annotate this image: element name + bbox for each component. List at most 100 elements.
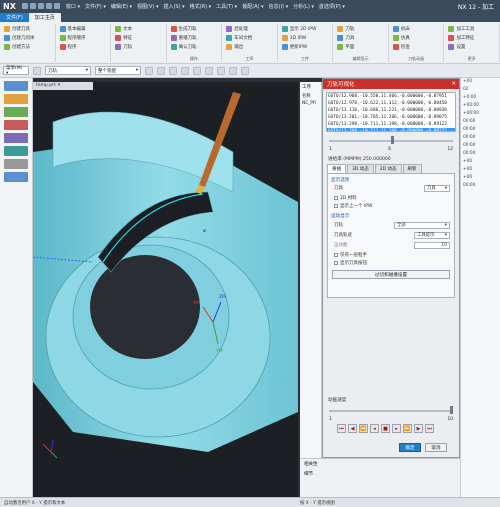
tab-refresh[interactable]: 刷新 [402, 164, 422, 173]
tool-select[interactable]: 刀具 ▾ [424, 184, 450, 192]
select-all-icon[interactable] [169, 66, 177, 75]
gcode-line[interactable]: GOTO/13.298,-10.711,11.198,-0.000000,-0.… [327, 128, 455, 131]
type-filter-select[interactable]: 刀轨 ▾ [45, 66, 91, 75]
ribbon-command[interactable]: 平面 [337, 44, 354, 50]
ribbon-command[interactable]: 刀轨 [337, 26, 354, 32]
tab-file[interactable]: 文件(F) [0, 13, 29, 22]
playback-button[interactable]: ⏩ [403, 424, 412, 433]
wcs-icon[interactable] [229, 66, 237, 75]
resource-bar-icon[interactable] [4, 94, 28, 104]
resource-bar-icon[interactable] [4, 133, 28, 143]
motion-count-input[interactable]: 10 [414, 241, 450, 249]
menu-bar[interactable]: 窗口 ▾ 文件(F) ▾ 编辑(E) ▾ 视图(V) ▾ 插入(S) ▾ 格式(R) ▾ 工… [66, 3, 345, 10]
resource-bar-icon[interactable] [4, 172, 28, 182]
gcode-line[interactable]: GOTO/13.201,-10.705,11.206,-0.000000,-0.… [327, 114, 455, 121]
filter-icon[interactable] [33, 66, 41, 75]
playback-button[interactable]: ◂ [370, 424, 379, 433]
ribbon-command[interactable]: 程序顺序 [59, 35, 86, 41]
ribbon-command[interactable]: 刀具 [337, 35, 354, 41]
gcode-line[interactable]: GOTO/12.908,-10.550,11.406,-0.000000,-0.… [327, 93, 455, 100]
menu-item[interactable]: 信息(I) ▾ [269, 3, 288, 10]
playback-button[interactable]: ▶ [414, 424, 423, 433]
ribbon-command[interactable]: 检查 [392, 44, 410, 50]
part-model[interactable]: ⌀ XM ZM YM [33, 82, 298, 497]
cancel-button[interactable]: 取消 [425, 443, 447, 452]
menu-item[interactable]: 工具(T) ▾ [216, 3, 237, 10]
resource-bar-icon[interactable] [4, 159, 28, 169]
gouge-collision-settings-button[interactable]: 过切和碰撞设置 [332, 270, 450, 279]
toolpath-display-select[interactable]: 全部 ▾ [394, 221, 450, 229]
menu-item[interactable]: 视图(V) ▾ [137, 3, 158, 10]
ribbon-command[interactable]: 基本编辑 [59, 26, 86, 32]
layer-icon[interactable] [217, 66, 225, 75]
tab-3d-dynamic[interactable]: 3D 动态 [347, 164, 374, 173]
playback-button[interactable]: ⏭ [425, 424, 434, 433]
document-tab[interactable]: temp.prt ✕ [33, 82, 93, 90]
view-orient-icon[interactable] [193, 66, 201, 75]
menu-item[interactable]: 插入(S) ▾ [163, 3, 184, 10]
gcode-line[interactable]: GOTO/13.110,-10.686,11.221,-0.000000,-0.… [327, 107, 455, 114]
tab-machining-home[interactable]: 加工主页 [28, 13, 61, 22]
tab-2d-dynamic[interactable]: 2D 动态 [374, 164, 402, 173]
ribbon-command[interactable]: 重播刀轨 [170, 35, 197, 41]
ribbon-command[interactable]: 设置 [448, 44, 465, 50]
ok-button[interactable]: 确定 [399, 443, 421, 452]
step-slider[interactable] [329, 135, 453, 147]
graphics-viewport[interactable]: ⌀ XM ZM YM [33, 82, 298, 497]
playback-button[interactable]: ⏪ [359, 424, 368, 433]
ribbon-command[interactable]: 加工工具 [448, 26, 474, 32]
snap-point-icon[interactable] [157, 66, 165, 75]
menu-item[interactable]: 分析(L) ▾ [293, 3, 314, 10]
ribbon-command[interactable]: 输出 [226, 44, 243, 50]
ribbon-command[interactable]: 生成刀轨 [170, 26, 197, 32]
ipw-2d-row[interactable]: 2D 材料 [334, 195, 450, 201]
snap-icon[interactable] [145, 66, 153, 75]
ribbon-command[interactable]: 创建刀具 [4, 26, 30, 32]
measure-icon[interactable] [241, 66, 249, 75]
ribbon-command[interactable]: 加工特征 [448, 35, 474, 41]
menu-item[interactable]: 文件(F) ▾ [85, 3, 106, 10]
playback-button[interactable]: ⏮ [337, 424, 346, 433]
ribbon-command[interactable]: 仿真 [392, 35, 410, 41]
playback-button[interactable]: ◀ [348, 424, 357, 433]
render-style-icon[interactable] [205, 66, 213, 75]
check-next-row[interactable]: 仅有一层框手 [334, 252, 450, 258]
show-prev-ipw-row[interactable]: 显示上一个 IPW [334, 203, 450, 209]
menu-item[interactable]: 窗口 ▾ [66, 3, 80, 10]
tab-replay[interactable]: 重播 [327, 164, 346, 173]
menu-item[interactable]: 格式(R) ▾ [190, 3, 211, 10]
gcode-line[interactable]: GOTO/12.970,-10.622,11.312,-0.000000,-0.… [327, 100, 455, 107]
ribbon-command[interactable]: 特征 [115, 35, 132, 41]
menu-item[interactable]: 装配(A) ▾ [242, 3, 263, 10]
ribbon-command[interactable]: 后处理 [226, 26, 248, 32]
quick-access-toolbar[interactable] [21, 3, 60, 9]
assembly-filter-select[interactable]: 整个装配 ▾ [95, 66, 141, 75]
ribbon-command[interactable]: 刀轨 [115, 44, 132, 50]
dependencies-section[interactable]: 相关性 [300, 459, 460, 469]
ribbon-command[interactable]: 创建几何体 [4, 35, 35, 41]
navigator-root[interactable]: NC_PR [300, 100, 321, 107]
ribbon-command[interactable]: 文本 [115, 26, 132, 32]
menu-button[interactable]: 菜单(M) ▾ [3, 66, 29, 76]
gcode-line[interactable]: GOTO/13.298,-10.711,11.198,-0.000000,-0.… [327, 121, 455, 128]
close-icon[interactable]: ✕ [451, 81, 459, 87]
resource-bar-icon[interactable] [4, 81, 28, 91]
resource-bar-icon[interactable] [4, 146, 28, 156]
resource-bar-icon[interactable] [4, 120, 28, 130]
ribbon-command[interactable]: 显示 2D IPW [281, 26, 316, 32]
ribbon-command[interactable]: 创建方法 [4, 44, 30, 50]
show-tool-shape-row[interactable]: 显示刀具按钮 [334, 260, 450, 266]
ribbon-command[interactable]: 3D IPW [281, 35, 306, 41]
menu-item[interactable]: 编辑(E) ▾ [111, 3, 132, 10]
playback-button[interactable]: ▸ [392, 424, 401, 433]
details-section[interactable]: 细节 [300, 469, 460, 479]
ribbon-command[interactable]: 程序 [59, 44, 77, 50]
ribbon-command[interactable]: 确认刀轨 [170, 44, 197, 50]
ribbon-command[interactable]: 机床 [392, 26, 410, 32]
playback-button[interactable]: ■ [381, 424, 390, 433]
animation-speed-slider[interactable] [329, 405, 453, 417]
tool-track-select[interactable]: 工具提示 ▾ [414, 231, 450, 239]
resource-bar-icon[interactable] [4, 107, 28, 117]
ribbon-command[interactable]: 车间文档 [226, 35, 252, 41]
gcode-list[interactable]: GOTO/12.908,-10.550,11.406,-0.000000,-0.… [326, 92, 456, 132]
